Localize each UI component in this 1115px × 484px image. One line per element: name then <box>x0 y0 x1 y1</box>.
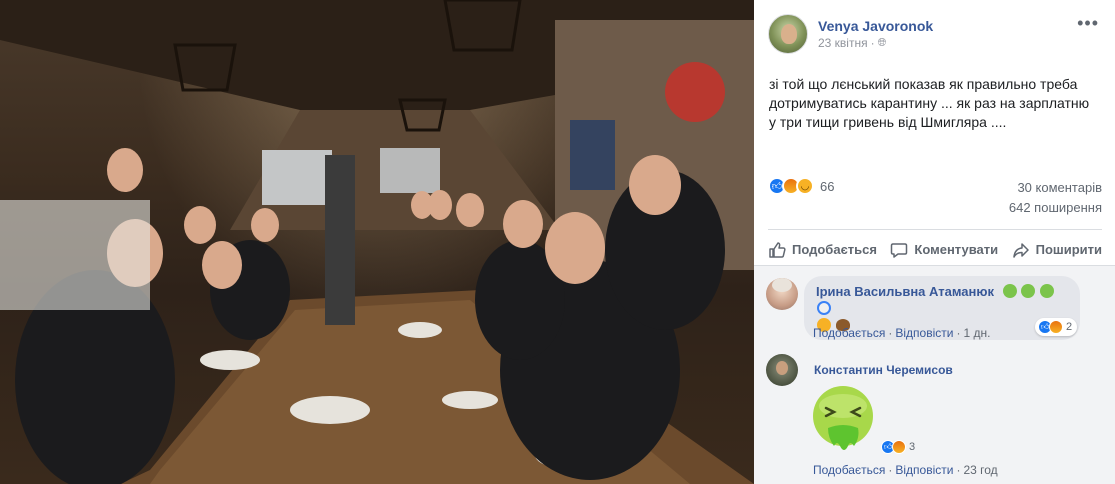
reaction-icons: 👍︎ ◡ <box>768 177 814 195</box>
author-avatar[interactable] <box>768 14 808 54</box>
share-button-label: Поширити <box>1035 242 1102 257</box>
commenter-name[interactable]: Константин Черемисов <box>814 363 953 377</box>
post-date[interactable]: 23 квітня <box>818 35 868 51</box>
thumbs-up-icon <box>769 241 786 258</box>
post-counts: 30 коментарів 642 поширення <box>1009 178 1102 218</box>
commenter-avatar[interactable] <box>766 354 798 386</box>
post-action-bar: Подобається Коментувати Поширити <box>768 229 1102 265</box>
more-options-icon[interactable]: ••• <box>1077 14 1099 32</box>
commenter-avatar[interactable] <box>766 278 798 310</box>
post-meta: Venya Javoronok 23 квітня · 🌐︎ <box>818 17 933 51</box>
comment-button[interactable]: Коментувати <box>890 237 998 259</box>
comment-actions: Подобається · Відповісти · 1 дн. <box>813 326 991 340</box>
angry-reaction-icon <box>892 440 906 454</box>
like-button[interactable]: Подобається <box>768 237 877 259</box>
comment-reply-link[interactable]: Відповісти <box>895 463 953 477</box>
like-button-label: Подобається <box>792 242 877 257</box>
nauseated-face-icon <box>1021 284 1036 298</box>
commenter-name[interactable]: Ірина Васильвна Атаманюк <box>816 284 994 299</box>
comment-like-link[interactable]: Подобається <box>813 463 885 477</box>
share-icon <box>1012 242 1029 258</box>
comment-icon <box>891 242 908 258</box>
post-photo[interactable] <box>0 0 754 484</box>
clown-face-icon <box>817 301 831 315</box>
haha-reaction-icon: ◡ <box>796 177 814 195</box>
group-photo-image <box>0 0 754 484</box>
comment-time[interactable]: 1 дн. <box>963 326 990 340</box>
comments-count[interactable]: 30 коментарів <box>1009 178 1102 198</box>
nauseated-face-icon <box>1039 284 1054 298</box>
share-button[interactable]: Поширити <box>1012 237 1102 259</box>
comment-time[interactable]: 23 год <box>963 463 997 477</box>
author-name[interactable]: Venya Javoronok <box>818 17 933 35</box>
comment-like-link[interactable]: Подобається <box>813 326 885 340</box>
post-date-row: 23 квітня · 🌐︎ <box>818 35 887 51</box>
comment-actions: Подобається · Відповісти · 23 год <box>813 463 998 477</box>
globe-icon[interactable]: 🌐︎ <box>878 35 887 51</box>
nauseated-sticker-icon <box>813 386 873 450</box>
reactions-summary[interactable]: 👍︎ ◡ 66 30 коментарів 642 поширення <box>768 176 1102 215</box>
nauseated-face-icon <box>1002 284 1017 298</box>
shares-count[interactable]: 642 поширення <box>1009 198 1102 218</box>
comment-reactions[interactable]: 👍︎ 3 <box>878 438 920 456</box>
post-header: Venya Javoronok 23 квітня · 🌐︎ <box>768 14 933 54</box>
reactions-count[interactable]: 66 <box>820 179 834 194</box>
comments-section: Ірина Васильвна Атаманюк 👍︎ 2 Подобаєтьс… <box>754 265 1115 484</box>
comment-reactions-count: 2 <box>1066 321 1073 333</box>
post-text: зі той що лєнський показав як правильно … <box>769 76 1090 130</box>
comment-reactions[interactable]: 👍︎ 2 <box>1035 318 1078 336</box>
comment-button-label: Коментувати <box>914 242 999 257</box>
comment-reactions-count: 3 <box>909 441 916 453</box>
comment-reply-link[interactable]: Відповісти <box>895 326 953 340</box>
post-panel: Venya Javoronok 23 квітня · 🌐︎ ••• зі то… <box>754 0 1115 484</box>
angry-reaction-icon <box>1049 320 1063 334</box>
